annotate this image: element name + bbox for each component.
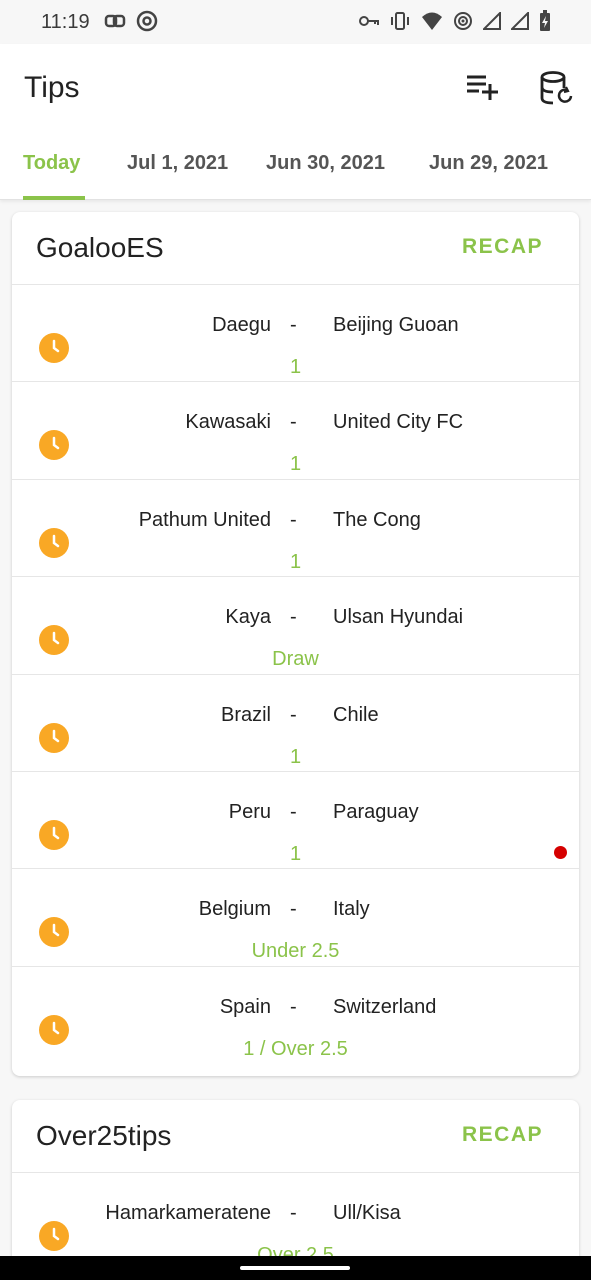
tab-today[interactable]: Today bbox=[23, 152, 80, 175]
versus-separator: - bbox=[290, 508, 297, 531]
tips-card: Over25tips RECAP Hamarkameratene - Ull/Kis… bbox=[12, 1100, 579, 1280]
tip-prediction: 1 / Over 2.5 bbox=[243, 1037, 348, 1060]
away-team: Chile bbox=[333, 703, 379, 726]
away-team: Paraguay bbox=[333, 800, 419, 823]
home-team: Kaya bbox=[225, 606, 271, 629]
database-sync-icon[interactable] bbox=[536, 68, 576, 108]
versus-separator: - bbox=[290, 703, 297, 726]
tab-jun-30[interactable]: Jun 30, 2021 bbox=[266, 152, 385, 175]
match-list: Daegu - Beijing Guoan 1 Kawasaki - United City… bbox=[12, 285, 579, 1064]
recap-button[interactable]: RECAP bbox=[462, 1123, 543, 1147]
date-tabs: Today Jul 1, 2021 Jun 30, 2021 Jun 29, 2… bbox=[0, 144, 591, 200]
match-row[interactable]: Spain - Switzerland 1 / Over 2.5 bbox=[12, 967, 579, 1064]
away-team: The Cong bbox=[333, 508, 421, 531]
card-title: GoalooES bbox=[36, 232, 164, 263]
signal-icon bbox=[483, 12, 501, 30]
versus-separator: - bbox=[290, 314, 297, 336]
home-team: Brazil bbox=[220, 703, 271, 726]
home-team: Hamarkameratene bbox=[105, 1202, 271, 1224]
status-time: 11:19 bbox=[41, 11, 90, 33]
tab-indicator bbox=[23, 196, 85, 200]
alert-dot bbox=[554, 845, 567, 859]
recap-button[interactable]: RECAP bbox=[462, 235, 543, 259]
away-team: Italy bbox=[333, 898, 370, 921]
playlist-add-icon[interactable] bbox=[462, 68, 502, 108]
match-row[interactable]: Kaya - Ulsan Hyundai Draw bbox=[12, 577, 579, 675]
versus-separator: - bbox=[290, 1202, 297, 1224]
vpn-key-icon bbox=[359, 16, 379, 26]
versus-separator: - bbox=[290, 411, 297, 434]
card-title: Over25tips bbox=[36, 1120, 172, 1151]
card-header: GoalooES RECAP bbox=[12, 212, 579, 285]
match-row[interactable]: Pathum United - The Cong 1 bbox=[12, 480, 579, 578]
tips-card: GoalooES RECAP Daegu - Beijing Guoan 1 Kawas… bbox=[12, 212, 579, 1076]
hotspot-icon bbox=[454, 12, 472, 30]
vibrate-icon bbox=[391, 12, 409, 30]
away-team: Switzerland bbox=[333, 995, 437, 1018]
status-bar: 11:19 bbox=[0, 0, 591, 44]
system-nav-bar bbox=[0, 1256, 591, 1280]
match-row[interactable]: Belgium - Italy Under 2.5 bbox=[12, 869, 579, 967]
match-row[interactable]: Peru - Paraguay 1 bbox=[12, 772, 579, 870]
app-bar: Tips Today Jul 1, 2021 Jun 30, 2021 Jun … bbox=[0, 44, 591, 200]
versus-separator: - bbox=[290, 898, 297, 921]
tab-jul-1[interactable]: Jul 1, 2021 bbox=[127, 152, 228, 175]
battery-charging-icon bbox=[540, 10, 550, 31]
away-team: Ulsan Hyundai bbox=[333, 606, 464, 629]
tip-prediction: 1 bbox=[289, 453, 302, 476]
home-team: Peru bbox=[228, 800, 271, 823]
match-row[interactable]: Daegu - Beijing Guoan 1 bbox=[12, 285, 579, 383]
home-team: Belgium bbox=[198, 898, 271, 921]
tip-prediction: 1 bbox=[289, 550, 302, 573]
versus-separator: - bbox=[290, 800, 297, 823]
page-title: Tips bbox=[24, 71, 80, 104]
signal-icon bbox=[511, 12, 529, 30]
tab-jun-29[interactable]: Jun 29, 2021 bbox=[429, 152, 548, 175]
at-sign-icon bbox=[136, 10, 158, 32]
home-team: Pathum United bbox=[138, 508, 271, 531]
wifi-icon bbox=[422, 12, 442, 30]
home-team: Spain bbox=[219, 995, 271, 1018]
tip-prediction: Under 2.5 bbox=[251, 940, 340, 963]
versus-separator: - bbox=[290, 606, 297, 629]
away-team: United City FC bbox=[333, 411, 464, 434]
tip-prediction: 1 bbox=[289, 356, 302, 378]
tip-prediction: 1 bbox=[289, 842, 302, 865]
away-team: Beijing Guoan bbox=[333, 314, 459, 336]
card-header: Over25tips RECAP bbox=[12, 1100, 579, 1173]
link-icon bbox=[104, 14, 126, 28]
match-row[interactable]: Brazil - Chile 1 bbox=[12, 675, 579, 772]
tip-prediction: 1 bbox=[289, 745, 302, 768]
tip-prediction: Draw bbox=[272, 648, 319, 671]
home-team: Kawasaki bbox=[185, 411, 271, 434]
match-row[interactable]: Kawasaki - United City FC 1 bbox=[12, 382, 579, 480]
versus-separator: - bbox=[290, 995, 297, 1018]
away-team: Ull/Kisa bbox=[333, 1202, 401, 1224]
home-gesture-handle[interactable] bbox=[240, 1266, 350, 1270]
home-team: Daegu bbox=[212, 314, 271, 336]
